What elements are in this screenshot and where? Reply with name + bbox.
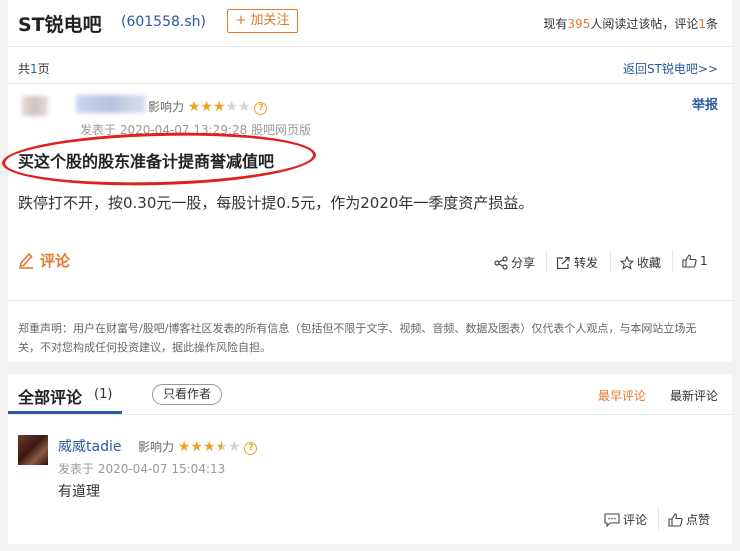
share-icon [494,256,508,270]
commenter-avatar[interactable] [18,435,48,465]
help-icon[interactable]: ? [244,442,258,455]
commenter-name[interactable]: 威威tadie [58,436,121,456]
report-link[interactable]: 举报 [692,94,718,113]
influence-stars: ★★★★★ [187,99,251,115]
comment-button[interactable]: 评论 [18,250,70,271]
pencil-icon [19,252,33,269]
back-to-bar-link[interactable]: 返回ST锐电吧>> [623,60,718,77]
favorite-button[interactable]: 收藏 [619,254,661,271]
author-only-button[interactable]: 只看作者 [152,384,223,405]
thumbs-up-icon [682,254,697,268]
like-button[interactable]: 1 [682,254,708,268]
forward-button[interactable]: 转发 [556,254,598,271]
header-divider [8,46,732,47]
author-influence: 影响力 ★★★★★ ? [148,98,268,115]
tab-all-comments[interactable]: 全部评论 [18,384,82,408]
post-title: 买这个股的股东准备计提商誉减值吧 [18,152,275,171]
author-name-blurred [76,95,146,113]
stock-bar-name[interactable]: ST锐电吧 [18,10,102,37]
action-separator [672,250,673,272]
share-button[interactable]: 分享 [494,254,535,271]
help-icon[interactable]: ? [254,102,268,115]
disclaimer-text: 郑重声明：用户在财富号/股吧/博客社区发表的所有信息（包括但不限于文字、视频、音… [18,322,697,354]
forward-icon [556,256,570,270]
post-body: 跌停打不开，按0.30元一股，每股计提0.5元，作为2020年一季度资产损益。 [18,194,534,212]
thumbs-up-icon [668,513,683,527]
influence-stars: ★★★★★ [177,439,241,455]
action-separator [658,508,659,530]
like-count: 1 [700,254,708,268]
comments-header-divider [8,414,732,415]
comments-card: 全部评论 (1) 只看作者 最早评论 最新评论 威威tadie 影响力 ★★★★… [8,374,732,544]
comment-text: 有道理 [58,484,100,500]
author-avatar-blurred [22,96,48,116]
page-count: 共1页 [18,62,50,76]
post-stats: 现有395人阅读过该帖，评论1条 [543,17,718,31]
post-card: ST锐电吧 (601558.sh) + 加关注 现有395人阅读过该帖，评论1条… [1,0,732,362]
commenter-influence: 影响力 ★★★★★ ? [138,438,258,455]
comment-meta: 发表于 2020-04-07 15:04:13 [58,462,226,476]
reply-button[interactable]: 评论 [604,511,647,528]
action-separator [546,250,547,272]
follow-button[interactable]: + 加关注 [227,9,298,33]
action-separator [610,250,611,272]
comments-count: (1) [94,387,113,402]
stock-code[interactable]: (601558.sh) [121,14,206,30]
star-outline-icon [619,255,635,270]
sort-newest-link[interactable]: 最新评论 [670,387,718,404]
pager-divider [8,83,732,84]
comment-total: 1 [698,17,706,31]
body-divider [8,300,732,301]
sort-earliest-link[interactable]: 最早评论 [598,387,646,404]
reader-count: 395 [567,17,591,31]
comment-icon [604,513,620,528]
like-button[interactable]: 点赞 [668,511,710,528]
